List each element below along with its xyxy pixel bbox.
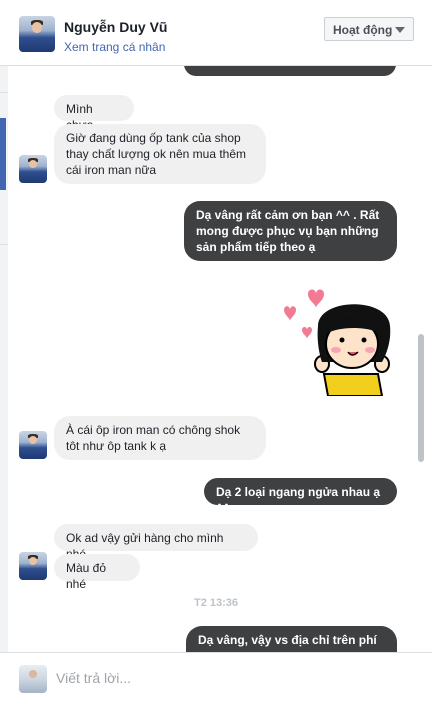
contact-avatar[interactable]: [19, 552, 47, 580]
contact-avatar[interactable]: [19, 431, 47, 459]
chat-window: Nguyễn Duy Vũ Xem trang cá nhân Hoạt độn…: [0, 0, 432, 706]
caret-down-icon: [395, 27, 405, 33]
status-dropdown[interactable]: Hoạt động: [324, 17, 414, 41]
message-bubble-incoming[interactable]: Mình chưa: [54, 95, 134, 132]
message-bubble-outgoing[interactable]: Dạ vâng rất cảm ơn bạn ^^ . Rất mong đượ…: [184, 201, 397, 261]
message-bubble-incoming[interactable]: À cái ôp iron man có chông shok tôt như …: [54, 416, 266, 460]
message-list[interactable]: Mình chưa Giờ đang dùng ốp tank của shop…: [0, 66, 432, 652]
status-label: Hoạt động: [333, 23, 393, 37]
message-text: Dạ 2 loại ngang ngửa nhau ạ ^^: [216, 485, 381, 515]
composer: [0, 652, 432, 706]
message-text: À cái ôp iron man có chông shok tôt như …: [66, 423, 241, 453]
message-bubble-incoming[interactable]: Ok ad vậy gửi hàng cho mình nhé: [54, 524, 258, 561]
message-text: Màu đỏ nhé: [66, 561, 107, 591]
message-timestamp: T2 13:36: [193, 597, 239, 609]
contact-avatar[interactable]: [19, 16, 55, 52]
contact-name[interactable]: Nguyễn Duy Vũ: [64, 19, 167, 35]
message-bubble-outgoing[interactable]: [184, 66, 396, 76]
message-text: Dạ vâng, vậy vs địa chỉ trên phí: [198, 633, 377, 647]
reply-input[interactable]: [56, 667, 396, 689]
scrollbar-thumb[interactable]: [418, 334, 424, 462]
message-bubble-outgoing[interactable]: Dạ vâng, vậy vs địa chỉ trên phí: [186, 626, 397, 652]
message-text: Giờ đang dùng ốp tank của shop thay chất…: [66, 131, 246, 177]
chat-header: Nguyễn Duy Vũ Xem trang cá nhân Hoạt độn…: [0, 0, 432, 66]
contact-avatar[interactable]: [19, 155, 47, 183]
view-profile-link[interactable]: Xem trang cá nhân: [64, 40, 165, 54]
message-bubble-incoming[interactable]: Giờ đang dùng ốp tank của shop thay chất…: [54, 124, 266, 184]
message-text: Dạ vâng rất cảm ơn bạn ^^ . Rất mong đượ…: [196, 208, 380, 254]
message-bubble-incoming[interactable]: Màu đỏ nhé: [54, 554, 140, 591]
user-avatar: [19, 665, 47, 693]
message-bubble-outgoing[interactable]: Dạ 2 loại ngang ngửa nhau ạ ^^: [204, 478, 397, 515]
girl-with-hearts-sticker[interactable]: [278, 284, 396, 396]
